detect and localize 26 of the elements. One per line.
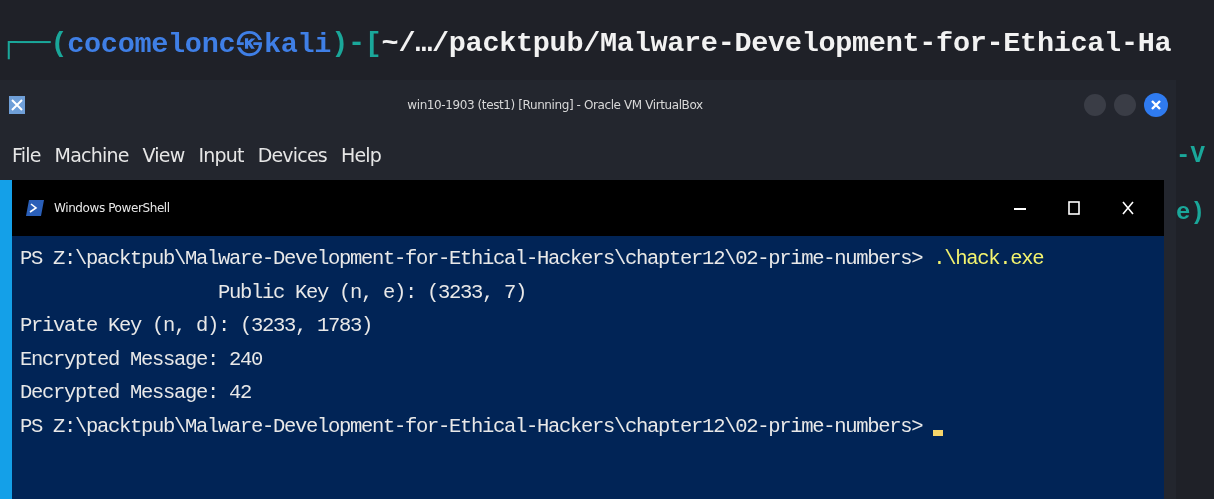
terminal-text: e): [1176, 199, 1206, 226]
menu-item[interactable]: File: [12, 144, 41, 166]
console-line: Public Key (n, e): (3233, 7): [217, 280, 527, 304]
prompt-text: )-[: [331, 26, 382, 60]
menu-item[interactable]: Input: [198, 144, 244, 166]
console-line: Private Key (n, d): (3233, 1783): [20, 314, 373, 338]
console-line: PS Z:\packtpub\Malware-Development-for-Ethical-Hackers\chapter12\02-prime-numbers>: [20, 414, 924, 438]
terminal-text: -V: [1176, 142, 1206, 169]
close-icon[interactable]: [1121, 201, 1135, 215]
console-line: Decrypted Message: 42: [20, 381, 252, 405]
console-line: PS Z:\packtpub\Malware-Development-for-Ethical-Hackers\chapter12\02-prime-numbers>: [20, 247, 924, 271]
command-text: .\hack.exe: [933, 247, 1044, 271]
menu-item[interactable]: View: [142, 144, 185, 166]
close-icon[interactable]: [1144, 93, 1168, 117]
menu-item[interactable]: Devices: [257, 144, 327, 166]
menu-item[interactable]: Help: [340, 144, 382, 166]
prompt-text: ┌──(: [0, 26, 68, 60]
powershell-icon: [26, 200, 44, 216]
maximize-icon[interactable]: [1067, 201, 1081, 215]
app-icon: [8, 95, 26, 115]
window-title: Windows PowerShell: [54, 201, 171, 215]
prompt-text: ~/…/packtpub/Malware-Development-for-Ethical-Ha: [381, 26, 1172, 60]
prompt-text: cocomelonc㉿kali: [67, 27, 332, 62]
menu-item[interactable]: Machine: [54, 144, 129, 166]
console-line: Encrypted Message: 240: [20, 347, 263, 371]
window-title: win10-1903 (test1) [Running] - Oracle VM VirtualBox: [406, 98, 704, 112]
